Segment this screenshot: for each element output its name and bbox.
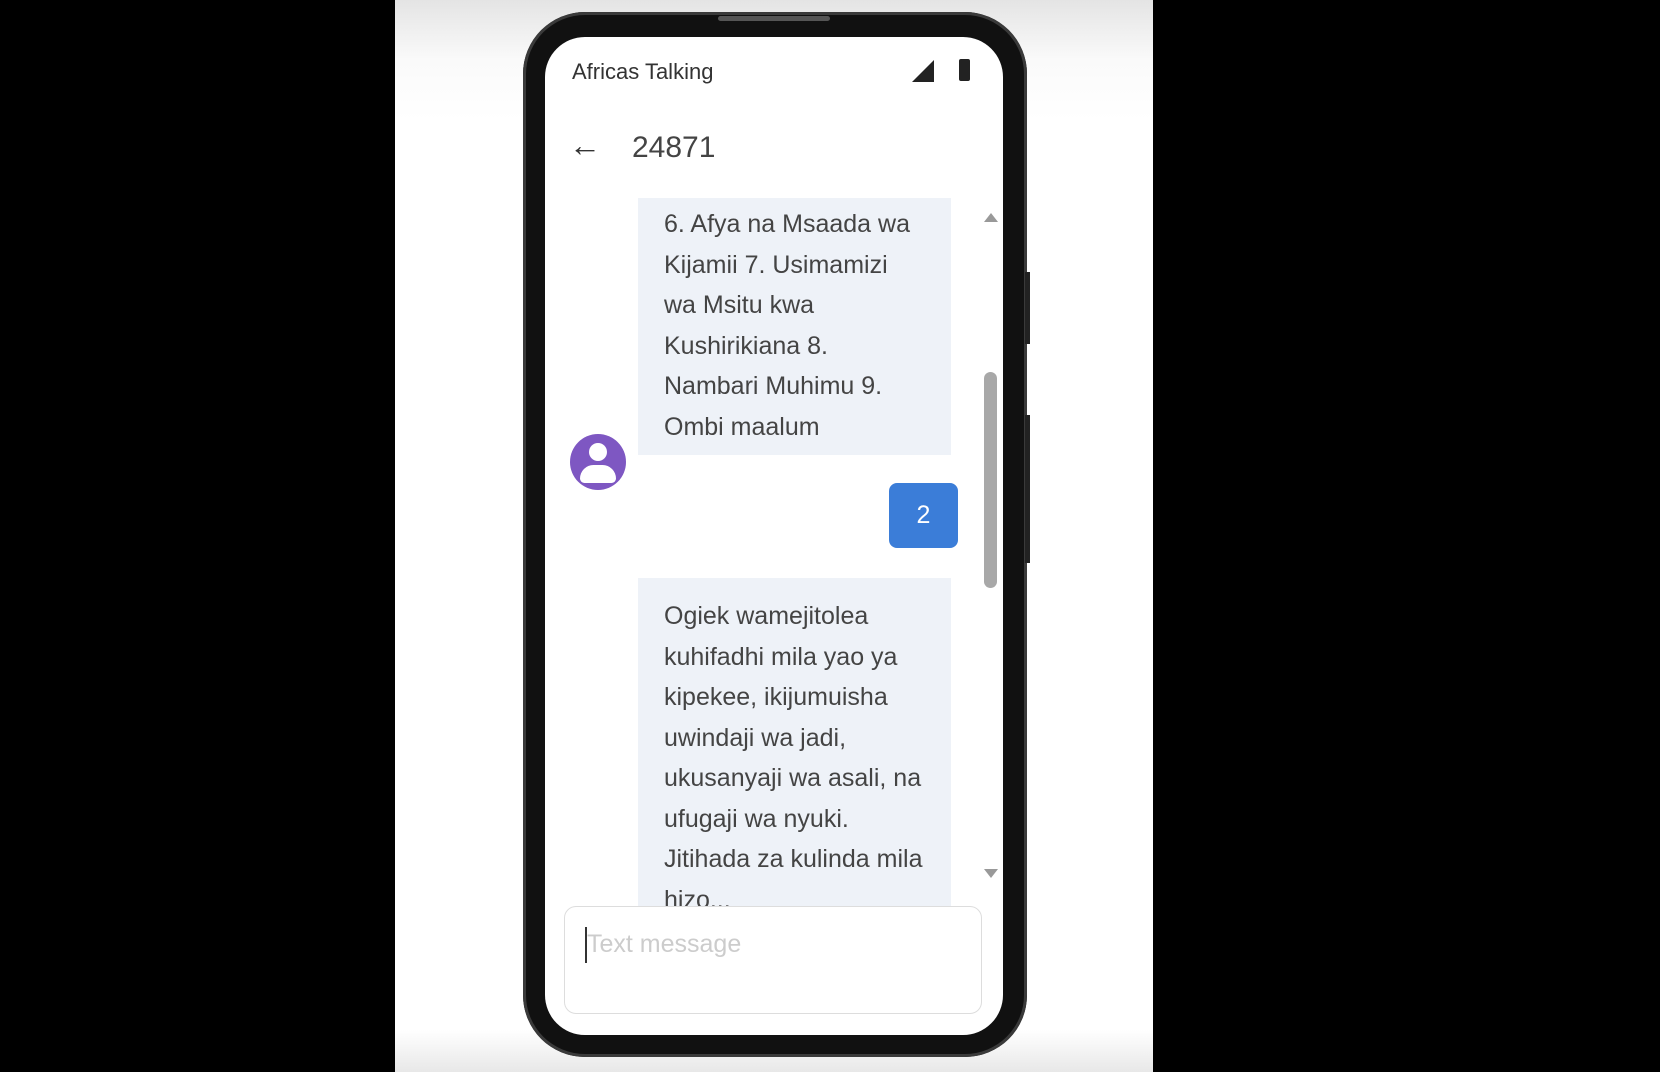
outgoing-message: 2 [889,483,958,548]
phone-side-button [1025,272,1030,344]
message-composer[interactable] [564,906,982,1014]
conversation-title: 24871 [632,131,716,164]
scrollbar-thumb[interactable] [984,372,997,588]
incoming-message: 6. Afya na Msaada wa Kijamii 7. Usimamiz… [638,198,951,455]
text-message-input[interactable] [585,929,959,960]
scroll-up-arrow-icon[interactable] [984,213,998,222]
avatar-icon [570,434,626,490]
phone-screen: Africas Talking ← 24871 6. Afya na Msaad… [545,37,1003,1035]
battery-icon [959,59,970,81]
back-arrow-icon[interactable]: ← [569,127,601,164]
phone-side-button [1025,415,1030,563]
incoming-message: Ogiek wamejitolea kuhifadhi mila yao ya … [638,578,951,922]
status-bar-app-name: Africas Talking [572,59,714,84]
scroll-down-arrow-icon[interactable] [984,869,998,878]
text-cursor [585,927,587,963]
signal-icon [912,60,934,82]
phone-speaker [718,16,830,21]
message-list[interactable]: 6. Afya na Msaada wa Kijamii 7. Usimamiz… [545,187,1003,922]
